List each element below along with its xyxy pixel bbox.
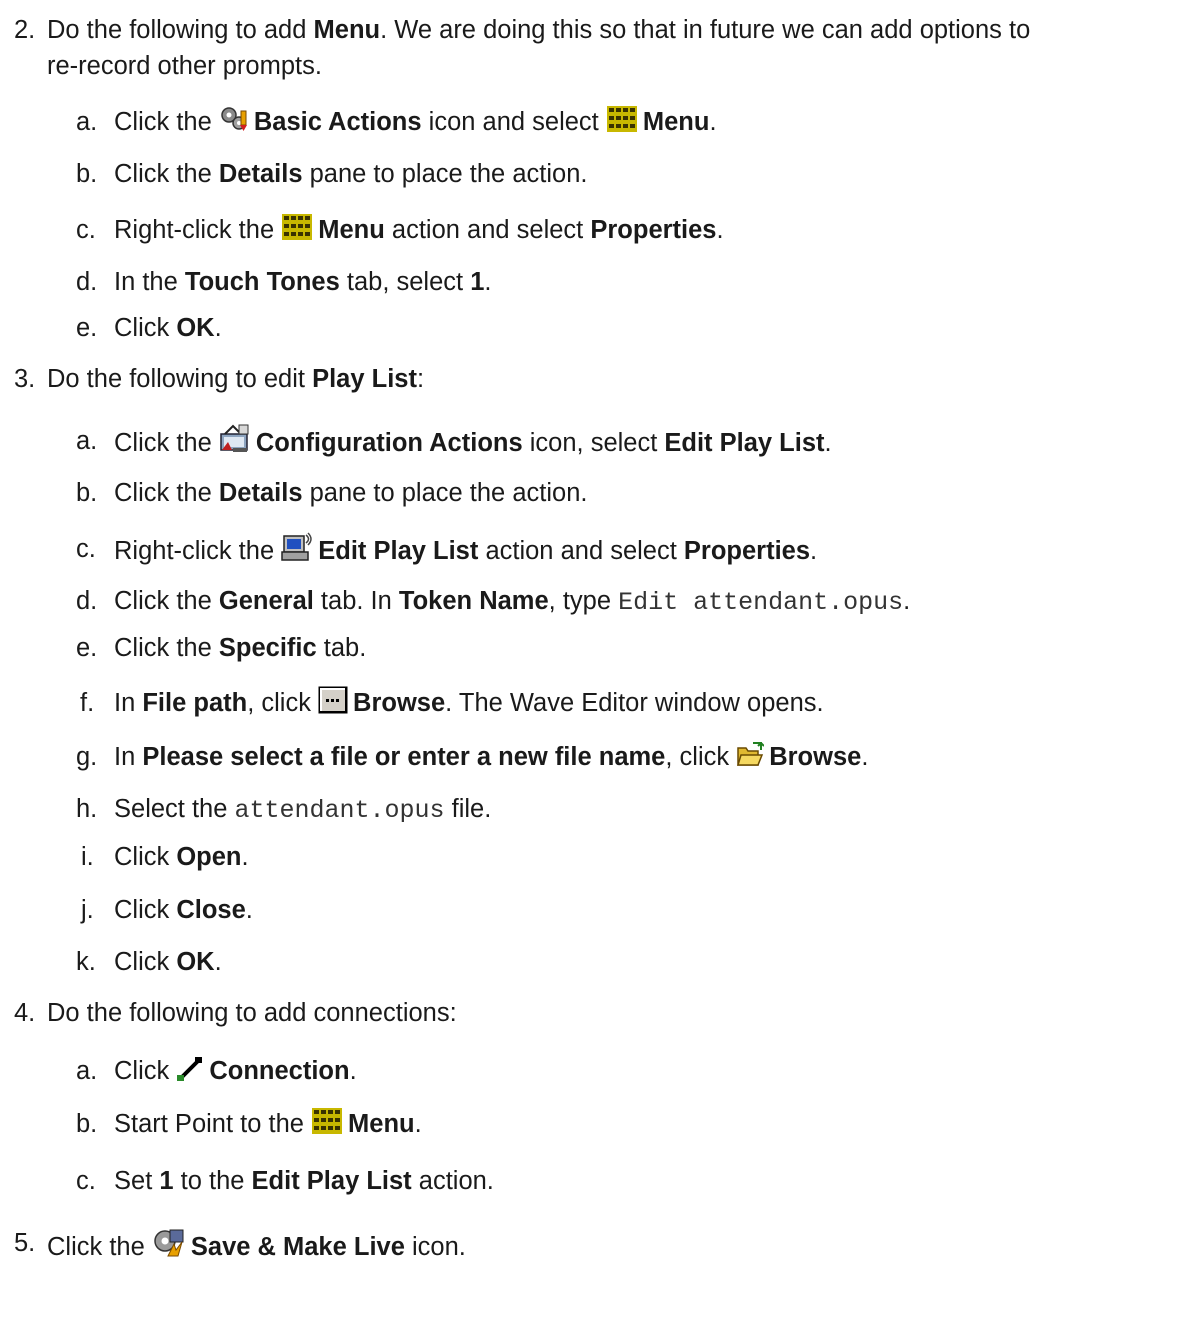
substep-letter: i.	[81, 843, 94, 871]
substep-letter: a.	[76, 108, 98, 136]
menu-grid-icon	[281, 213, 313, 241]
substep-2a: Click the Basic Actions icon and select …	[114, 105, 717, 139]
gears-icon	[219, 105, 249, 133]
ellipsis-button-icon	[318, 686, 348, 714]
substep-3f: In File path, click Browse. The Wave Edi…	[114, 686, 824, 720]
substep-letter: d.	[76, 587, 98, 615]
substep-2c: Right-click the Menu action and select P…	[114, 213, 724, 247]
substep-letter: b.	[76, 479, 98, 507]
configuration-icon	[219, 424, 251, 454]
substep-3h: Select the attendant.opus file.	[114, 795, 492, 825]
step-5-text: Click the Save & Make Live icon.	[47, 1226, 466, 1264]
substep-letter: c.	[76, 216, 96, 244]
connection-line-icon	[176, 1056, 204, 1082]
step-3-intro: Do the following to edit Play List:	[47, 365, 425, 393]
substep-letter: e.	[76, 634, 98, 662]
substep-3e: Click the Specific tab.	[114, 634, 367, 662]
substep-letter: g.	[76, 743, 98, 771]
substep-letter: e.	[76, 314, 98, 342]
substep-3d: Click the General tab. In Token Name, ty…	[114, 587, 911, 617]
code-token-name: Edit attendant.opus	[618, 588, 904, 617]
substep-3c: Right-click the Edit Play List action an…	[114, 532, 817, 568]
substep-3b: Click the Details pane to place the acti…	[114, 479, 588, 507]
substep-letter: b.	[76, 160, 98, 188]
substep-2d: In the Touch Tones tab, select 1.	[114, 268, 492, 296]
substep-letter: a.	[76, 427, 98, 455]
substep-letter: c.	[76, 535, 96, 563]
substep-letter: j.	[81, 896, 94, 924]
substep-2b: Click the Details pane to place the acti…	[114, 160, 588, 188]
substep-4a: Click Connection.	[114, 1056, 357, 1085]
substep-3k: Click OK.	[114, 948, 222, 976]
save-make-live-icon	[152, 1226, 186, 1258]
step-number: 3.	[14, 365, 36, 393]
substep-letter: d.	[76, 268, 98, 296]
step-number: 5.	[14, 1229, 36, 1257]
substep-letter: c.	[76, 1167, 96, 1195]
code-file-name: attendant.opus	[234, 796, 445, 825]
substep-letter: b.	[76, 1110, 98, 1138]
menu-grid-icon	[606, 105, 638, 133]
substep-3j: Click Close.	[114, 896, 253, 924]
substep-3g: In Please select a file or enter a new f…	[114, 742, 869, 771]
step-number: 2.	[14, 16, 36, 44]
step-2-intro: Do the following to add Menu. We are doi…	[47, 16, 1031, 44]
substep-2e: Click OK.	[114, 314, 222, 342]
substep-4b: Start Point to the Menu.	[114, 1107, 422, 1141]
substep-letter: a.	[76, 1057, 98, 1085]
menu-grid-icon	[311, 1107, 343, 1135]
edit-play-list-icon	[281, 532, 313, 562]
substep-letter: f.	[80, 689, 95, 717]
substep-3a: Click the Configuration Actions icon, se…	[114, 424, 832, 460]
step-number: 4.	[14, 999, 36, 1027]
step-4-intro: Do the following to add connections:	[47, 999, 457, 1027]
step-2-intro-cont: re-record other prompts.	[47, 52, 322, 80]
substep-letter: k.	[76, 948, 96, 976]
substep-letter: h.	[76, 795, 98, 823]
open-folder-icon	[736, 742, 765, 768]
substep-4c: Set 1 to the Edit Play List action.	[114, 1167, 494, 1195]
substep-3i: Click Open.	[114, 843, 249, 871]
